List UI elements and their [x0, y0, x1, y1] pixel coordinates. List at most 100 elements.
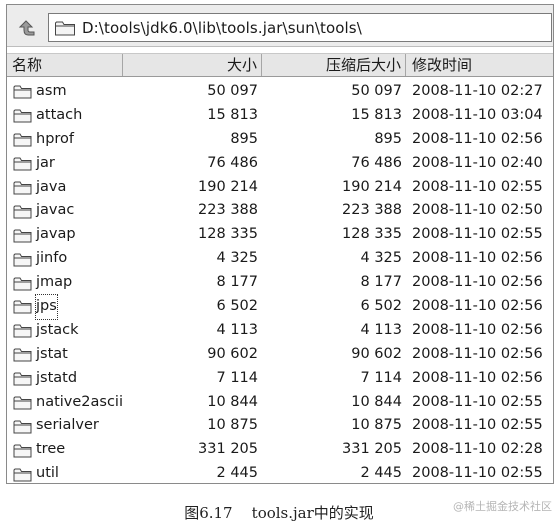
file-size: 190 214 — [198, 178, 258, 195]
file-name: jstat — [36, 345, 68, 362]
file-modified-date: 2008-11-10 02:56 — [412, 321, 543, 338]
folder-icon — [13, 84, 32, 99]
file-name-cell[interactable]: native2ascii — [13, 391, 123, 415]
file-row[interactable]: javac 223 388 223 388 2008-11-10 02:50 — [7, 199, 553, 223]
file-name: jar — [36, 154, 55, 171]
file-row[interactable]: attach 15 813 15 813 2008-11-10 03:04 — [7, 104, 553, 128]
file-row[interactable]: serialver 10 875 10 875 2008-11-10 02:55 — [7, 414, 553, 438]
folder-icon — [13, 132, 32, 147]
folder-icon — [13, 108, 32, 123]
file-name: hprof — [36, 130, 75, 147]
file-name: jmap — [36, 274, 73, 291]
file-name: javac — [36, 202, 75, 219]
file-modified-date: 2008-11-10 02:56 — [412, 345, 543, 362]
address-path: D:\tools\jdk6.0\lib\tools.jar\sun\tools\ — [82, 18, 362, 37]
file-name-cell[interactable]: tree — [13, 438, 65, 462]
file-size: 895 — [230, 130, 258, 147]
up-folder-button[interactable] — [11, 14, 43, 42]
column-header-size[interactable]: 大小 — [123, 54, 262, 76]
file-modified-date: 2008-11-10 03:04 — [412, 106, 543, 123]
folder-icon — [13, 204, 32, 219]
file-name: attach — [36, 106, 83, 123]
file-row[interactable]: tree 331 205 331 205 2008-11-10 02:28 — [7, 438, 553, 462]
file-size: 90 602 — [207, 345, 258, 362]
file-compressed-size: 8 177 — [360, 274, 402, 291]
file-name: util — [36, 465, 59, 482]
file-modified-date: 2008-11-10 02:27 — [412, 83, 543, 99]
file-compressed-size: 7 114 — [360, 369, 402, 386]
file-modified-date: 2008-11-10 02:55 — [412, 178, 543, 195]
file-modified-date: 2008-11-10 02:56 — [412, 298, 543, 315]
file-row[interactable]: jstack 4 113 4 113 2008-11-10 02:56 — [7, 319, 553, 343]
file-name-cell[interactable]: javac — [13, 199, 74, 223]
file-compressed-size: 6 502 — [360, 298, 402, 315]
file-row[interactable]: asm 50 097 50 097 2008-11-10 02:27 — [7, 80, 553, 104]
file-row[interactable]: javap 128 335 128 335 2008-11-10 02:55 — [7, 223, 553, 247]
file-name-cell[interactable]: hprof — [13, 128, 74, 152]
folder-icon — [13, 419, 32, 434]
file-row[interactable]: jinfo 4 325 4 325 2008-11-10 02:56 — [7, 247, 553, 271]
file-name-cell[interactable]: javap — [13, 223, 76, 247]
file-name-cell[interactable]: jps — [13, 294, 58, 320]
file-name: java — [36, 178, 67, 195]
file-modified-date: 2008-11-10 02:55 — [412, 417, 543, 434]
file-name-cell[interactable]: java — [13, 176, 66, 200]
file-compressed-size: 331 205 — [342, 441, 402, 458]
address-bar[interactable]: D:\tools\jdk6.0\lib\tools.jar\sun\tools\ — [48, 13, 552, 42]
file-name: jstatd — [36, 369, 78, 386]
folder-icon — [13, 371, 32, 386]
file-modified-date: 2008-11-10 02:28 — [412, 441, 543, 458]
file-name-cell[interactable]: util — [13, 462, 59, 486]
file-name-cell[interactable]: asm — [13, 80, 67, 104]
file-modified-date: 2008-11-10 02:56 — [412, 250, 543, 267]
file-name: serialver — [36, 417, 99, 434]
file-name-cell[interactable]: serialver — [13, 414, 99, 438]
file-row[interactable]: hprof 895 895 2008-11-10 02:56 — [7, 128, 553, 152]
folder-icon — [13, 276, 32, 291]
file-name: native2ascii — [36, 393, 123, 410]
file-row[interactable]: jmap 8 177 8 177 2008-11-10 02:56 — [7, 271, 553, 295]
file-size: 2 445 — [216, 465, 258, 482]
file-row[interactable]: util 2 445 2 445 2008-11-10 02:55 — [7, 462, 553, 486]
file-modified-date: 2008-11-10 02:55 — [412, 393, 543, 410]
folder-icon — [13, 299, 32, 314]
file-modified-date: 2008-11-10 02:56 — [412, 130, 543, 147]
column-header-compressed-size[interactable]: 压缩后大小 — [262, 54, 406, 76]
file-name: jinfo — [36, 250, 68, 267]
file-row[interactable]: jps 6 502 6 502 2008-11-10 02:56 — [7, 294, 553, 320]
watermark: @稀土掘金技术社区 — [453, 500, 552, 513]
file-name: jstack — [36, 321, 79, 338]
column-header-modified[interactable]: 修改时间 — [406, 54, 553, 76]
file-size: 10 875 — [207, 417, 258, 434]
file-row[interactable]: jar 76 486 76 486 2008-11-10 02:40 — [7, 152, 553, 176]
file-size: 50 097 — [207, 83, 258, 99]
file-size: 10 844 — [207, 393, 258, 410]
folder-icon — [13, 252, 32, 267]
folder-icon — [13, 228, 32, 243]
file-name-cell[interactable]: attach — [13, 104, 82, 128]
file-name: asm — [36, 83, 67, 99]
file-size: 4 113 — [216, 321, 258, 338]
file-list: asm 50 097 50 097 2008-11-10 02:27 attach 15 … — [7, 80, 553, 486]
file-size: 4 325 — [216, 250, 258, 267]
file-compressed-size: 223 388 — [342, 202, 402, 219]
column-header-name[interactable]: 名称 — [7, 54, 123, 76]
file-row[interactable]: jstatd 7 114 7 114 2008-11-10 02:56 — [7, 367, 553, 391]
file-modified-date: 2008-11-10 02:55 — [412, 465, 543, 482]
file-row[interactable]: native2ascii 10 844 10 844 2008-11-10 02:55 — [7, 391, 553, 415]
file-name-cell[interactable]: jstack — [13, 319, 79, 343]
folder-icon — [13, 395, 32, 410]
folder-icon — [13, 347, 32, 362]
file-size: 223 388 — [198, 202, 258, 219]
file-name-cell[interactable]: jmap — [13, 271, 72, 295]
file-modified-date: 2008-11-10 02:56 — [412, 369, 543, 386]
file-name-cell[interactable]: jinfo — [13, 247, 67, 271]
file-compressed-size: 10 875 — [351, 417, 402, 434]
file-row[interactable]: java 190 214 190 214 2008-11-10 02:55 — [7, 176, 553, 200]
file-name-cell[interactable]: jar — [13, 152, 55, 176]
file-row[interactable]: jstat 90 602 90 602 2008-11-10 02:56 — [7, 343, 553, 367]
folder-icon — [13, 443, 32, 458]
file-name-cell[interactable]: jstatd — [13, 367, 77, 391]
file-compressed-size: 128 335 — [342, 226, 402, 243]
file-name-cell[interactable]: jstat — [13, 343, 68, 367]
